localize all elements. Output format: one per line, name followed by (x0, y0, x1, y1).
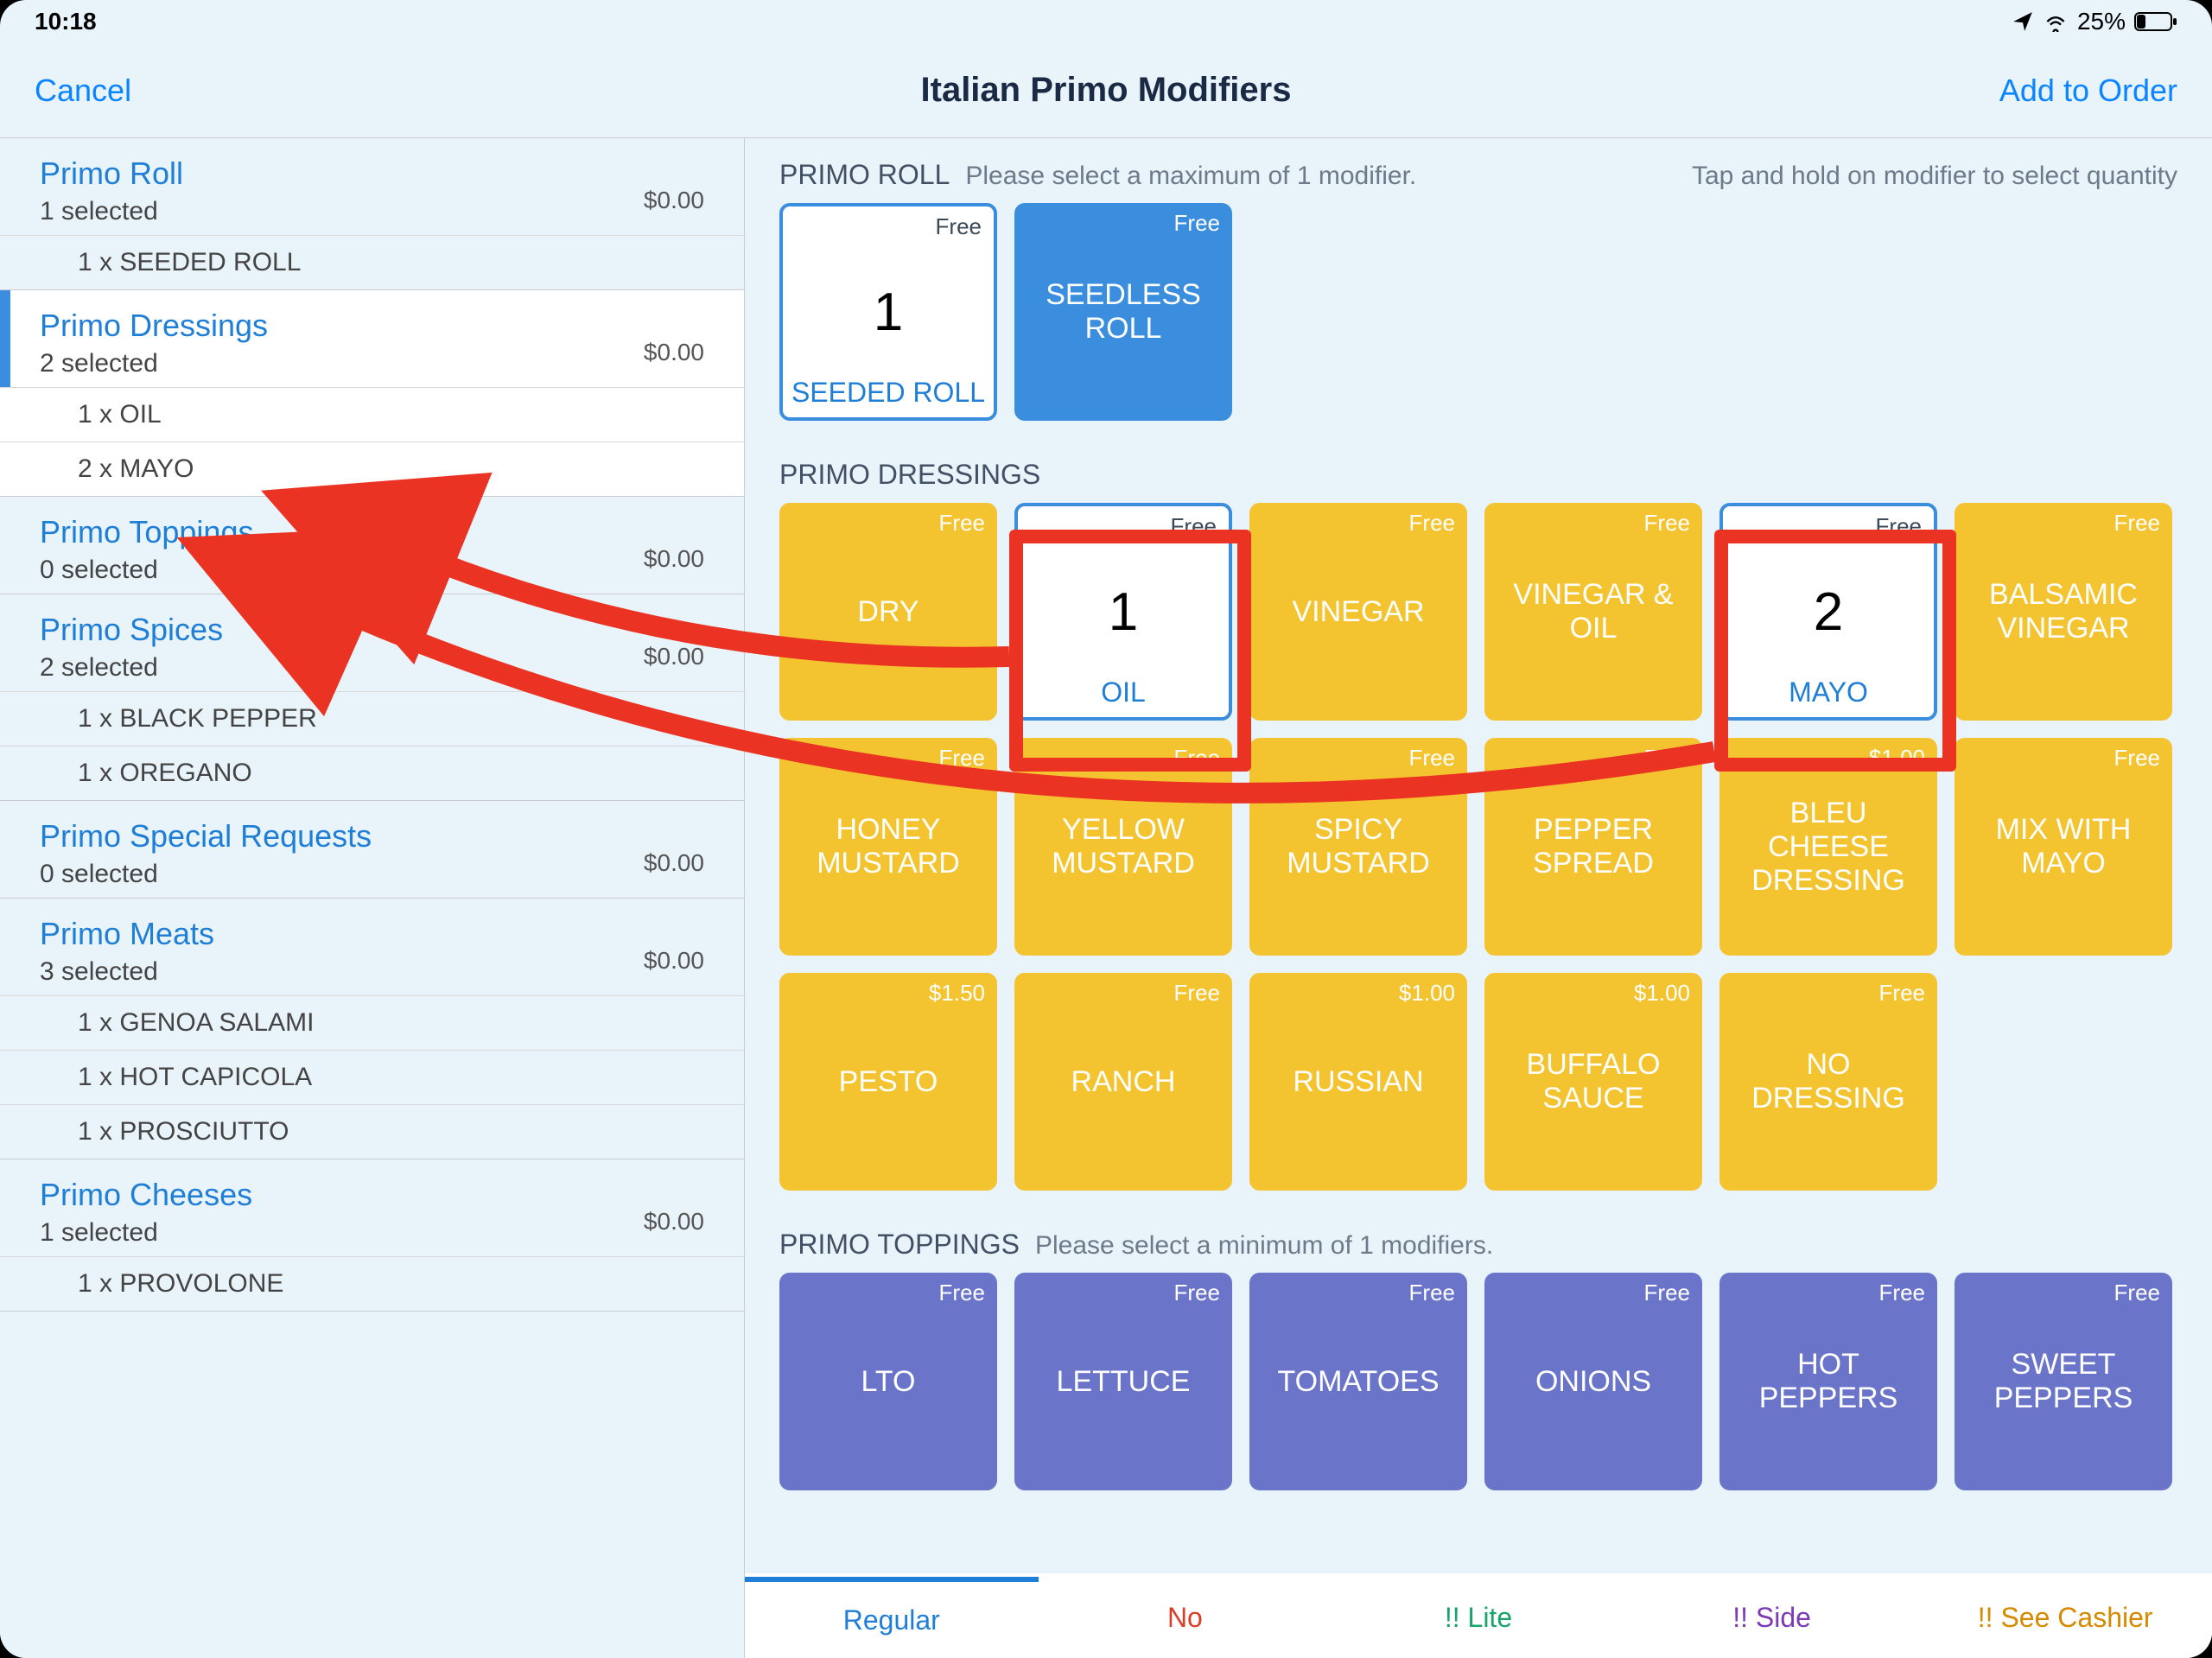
annotation-arrow-oil (0, 0, 2212, 1658)
